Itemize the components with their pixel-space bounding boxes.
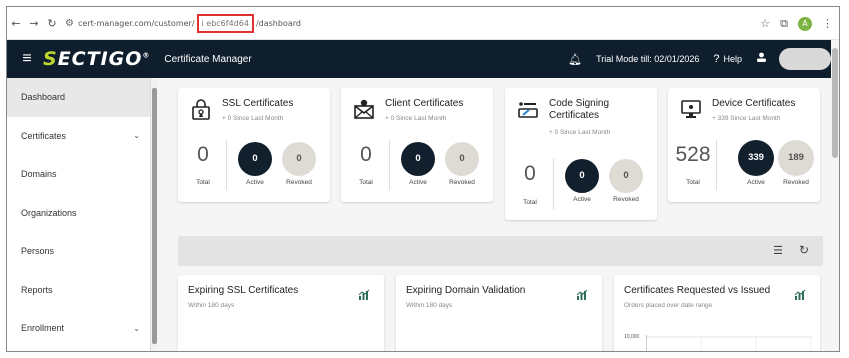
user-icon[interactable] — [756, 52, 767, 66]
sidebar-item-certificates[interactable]: Certificates ⌄ — [7, 117, 150, 156]
sidebar: Dashboard Certificates ⌄ Domains Organiza… — [7, 78, 151, 351]
app-header: ≡ SECTIGO® Certificate Manager 🔔︎ Trial … — [7, 40, 839, 78]
browser-bar: ← → ↻ ⚙ cert-manager.com/customer/ i ebc… — [7, 7, 839, 40]
code-signing-icon — [518, 102, 538, 118]
sidebar-item-dashboard[interactable]: Dashboard — [7, 78, 150, 117]
total-label: Total — [686, 179, 700, 186]
panel-subtitle: Within 180 days — [406, 302, 453, 309]
sidebar-item-reports[interactable]: Reports — [7, 271, 150, 310]
back-icon[interactable]: ← — [7, 17, 25, 30]
sidebar-scrollbar[interactable] — [151, 78, 158, 351]
profile-avatar[interactable]: A — [798, 16, 812, 31]
chart-gridlines — [646, 335, 812, 351]
sectigo-logo[interactable]: SECTIGO® — [43, 48, 150, 70]
site-settings-icon[interactable]: ⚙ — [65, 18, 74, 29]
app-window: ← → ↻ ⚙ cert-manager.com/customer/ i ebc… — [6, 6, 840, 352]
code-signing-certificates-card[interactable]: Code Signing Certificates + 0 Since Last… — [505, 88, 657, 220]
dashboard-toolbar: ☰ ↻ — [178, 236, 823, 266]
app-title: Certificate Manager — [164, 53, 252, 65]
ssl-certificate-icon — [192, 99, 210, 120]
active-count[interactable]: 339 — [738, 140, 774, 176]
chevron-down-icon: ⌄ — [133, 131, 140, 141]
card-title: Code Signing Certificates — [549, 98, 610, 121]
expiring-domain-validation-panel: Expiring Domain Validation Within 180 da… — [396, 275, 602, 351]
help-link[interactable]: Help — [723, 54, 742, 64]
chart-icon[interactable] — [794, 289, 806, 301]
notifications-bell-icon[interactable]: 🔔︎ — [568, 53, 582, 66]
panel-subtitle: Within 180 days — [188, 302, 235, 309]
reload-icon[interactable]: ↻ — [43, 17, 61, 30]
total-count: 0 — [197, 143, 209, 166]
trial-status: Trial Mode till: 02/01/2026 — [596, 54, 700, 64]
revoked-count[interactable]: 0 — [609, 159, 643, 193]
card-subtitle: + 0 Since Last Month — [549, 129, 611, 136]
card-subtitle: + 339 Since Last Month — [712, 115, 781, 122]
panel-title: Expiring Domain Validation — [406, 285, 526, 296]
help-icon[interactable]: ? — [713, 53, 719, 65]
chevron-down-icon: ⌄ — [133, 323, 140, 333]
revoked-label: Revoked — [783, 179, 809, 186]
card-subtitle: + 0 Since Last Month — [222, 115, 284, 122]
active-label: Active — [246, 179, 264, 186]
expiring-ssl-panel: Expiring SSL Certificates Within 180 day… — [178, 275, 384, 351]
total-label: Total — [196, 179, 210, 186]
card-title: Device Certificates — [712, 98, 796, 109]
panel-title: Expiring SSL Certificates — [188, 285, 299, 296]
forward-icon[interactable]: → — [25, 17, 43, 30]
card-subtitle: + 0 Since Last Month — [385, 115, 447, 122]
revoked-count[interactable]: 0 — [282, 142, 316, 176]
active-count[interactable]: 0 — [238, 142, 272, 176]
revoked-label: Revoked — [613, 196, 639, 203]
chart-icon[interactable] — [358, 289, 370, 301]
page-scrollbar[interactable] — [831, 40, 839, 351]
card-title: Client Certificates — [385, 98, 464, 109]
total-count: 528 — [675, 143, 711, 166]
sidebar-item-organizations[interactable]: Organizations — [7, 194, 150, 233]
total-count: 0 — [524, 162, 536, 185]
dashboard-main: SSL Certificates + 0 Since Last Month 0 … — [158, 78, 833, 351]
menu-hamburger-icon[interactable]: ≡ — [13, 50, 41, 68]
bookmark-star-icon[interactable]: ☆ — [760, 17, 770, 30]
revoked-label: Revoked — [449, 179, 475, 186]
panel-title: Certificates Requested vs Issued — [624, 285, 771, 296]
certificates-requested-vs-issued-panel: Certificates Requested vs Issued Orders … — [614, 275, 820, 351]
chart-icon[interactable] — [576, 289, 588, 301]
active-label: Active — [747, 179, 765, 186]
user-name-redacted[interactable] — [779, 48, 831, 70]
url-redacted-segment: i ebc6f4d64 — [196, 13, 254, 33]
device-certificate-icon — [681, 100, 701, 118]
client-certificates-card[interactable]: Client Certificates + 0 Since Last Month… — [341, 88, 493, 202]
url-prefix: cert-manager.com/customer/ — [77, 18, 195, 28]
client-certificate-icon — [354, 99, 374, 119]
total-label: Total — [523, 199, 537, 206]
active-count[interactable]: 0 — [401, 142, 435, 176]
revoked-label: Revoked — [286, 179, 312, 186]
sidebar-item-domains[interactable]: Domains — [7, 155, 150, 194]
active-count[interactable]: 0 — [565, 159, 599, 193]
panel-subtitle: Orders placed over date range — [624, 302, 713, 309]
sidebar-item-persons[interactable]: Persons — [7, 232, 150, 271]
extensions-icon[interactable]: ⧉ — [780, 17, 788, 31]
device-certificates-card[interactable]: Device Certificates + 339 Since Last Mon… — [668, 88, 820, 202]
chart-y-tick: 10,000 — [624, 334, 640, 340]
sidebar-item-enrollment[interactable]: Enrollment ⌄ — [7, 309, 150, 348]
active-label: Active — [573, 196, 591, 203]
address-bar[interactable]: ⚙ cert-manager.com/customer/ i ebc6f4d64… — [65, 13, 301, 33]
card-title: SSL Certificates — [222, 98, 294, 109]
revoked-count[interactable]: 189 — [778, 140, 814, 176]
active-label: Active — [409, 179, 427, 186]
revoked-count[interactable]: 0 — [445, 142, 479, 176]
total-label: Total — [359, 179, 373, 186]
filter-icon[interactable]: ☰ — [773, 244, 783, 257]
browser-menu-icon[interactable]: ⋮ — [822, 17, 833, 30]
refresh-icon[interactable]: ↻ — [799, 243, 809, 257]
url-suffix: /dashboard — [255, 18, 301, 28]
total-count: 0 — [360, 143, 372, 166]
ssl-certificates-card[interactable]: SSL Certificates + 0 Since Last Month 0 … — [178, 88, 330, 202]
